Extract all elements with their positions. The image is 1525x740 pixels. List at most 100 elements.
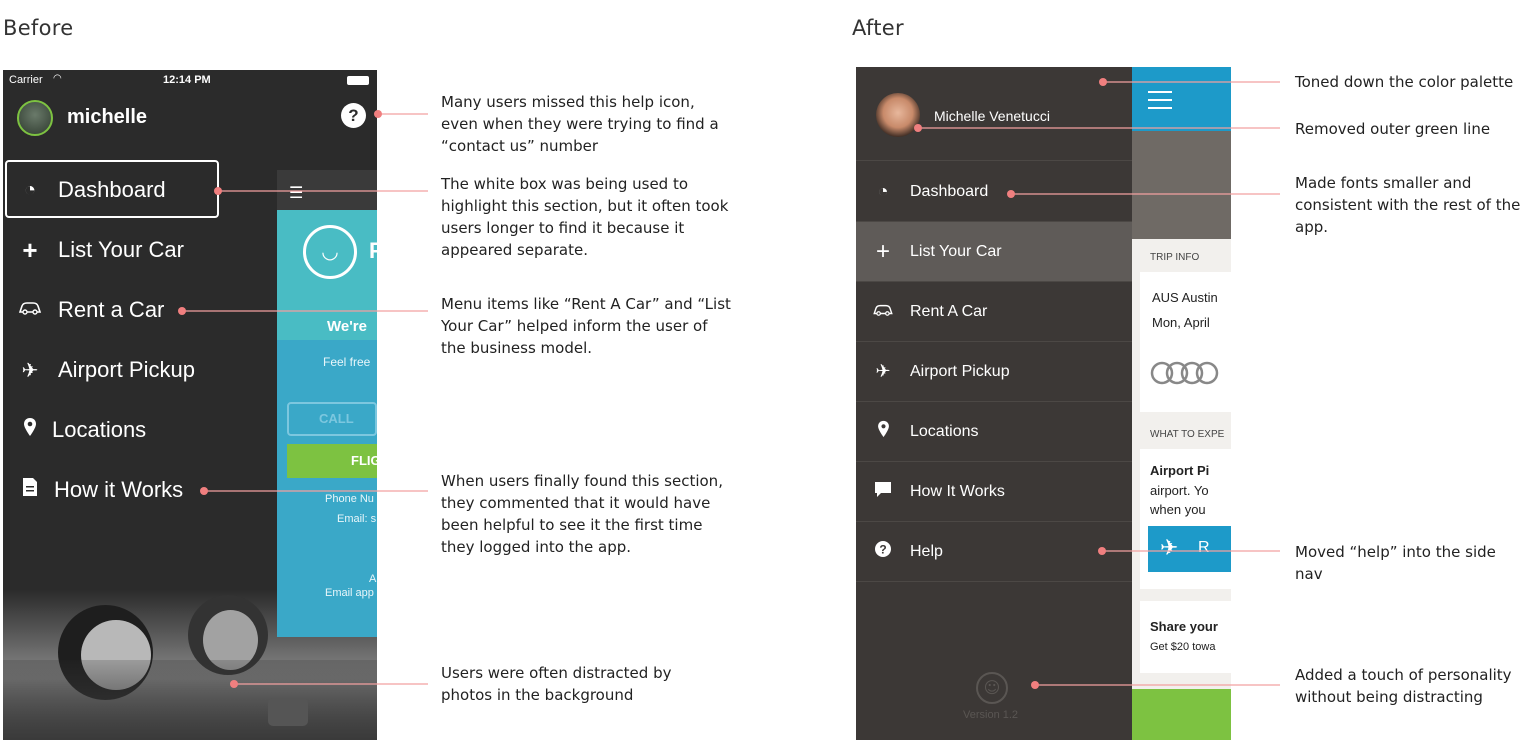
app-headline: We're	[327, 318, 367, 335]
sidebar-item-dashboard[interactable]: ◔ Dashboard	[856, 162, 1132, 222]
plane-icon: ✈	[875, 361, 891, 381]
help-icon[interactable]: ?	[341, 103, 366, 128]
status-time: 12:14 PM	[163, 74, 211, 86]
sidebar-item-label: Help	[910, 542, 943, 560]
annotation-white-box: The white box was being used to highlight…	[441, 175, 729, 259]
after-phone-screen: TRIP INFO AUS Austin Mon, April WHAT TO …	[856, 67, 1231, 740]
green-bottom-bar[interactable]	[1132, 689, 1231, 740]
car-icon	[870, 301, 896, 322]
annotation-menu-items: Menu items like “Rent A Car” and “List Yo…	[441, 295, 731, 357]
version-label: Version 1.2	[963, 709, 1019, 721]
app-line: A	[369, 573, 377, 585]
sidebar-item-rent-a-car[interactable]: Rent A Car	[856, 282, 1132, 342]
car-brand-logo-icon	[1150, 361, 1219, 385]
plus-icon: +	[22, 234, 38, 265]
before-phone-screen: Carrier ◠ 12:14 PM michelle ? ☰ ◡ F We'r…	[3, 70, 377, 740]
menu-item-label: How it Works	[54, 477, 184, 502]
sidebar-item-label: How It Works	[910, 482, 1005, 500]
plus-icon: +	[875, 237, 890, 265]
sidebar-item-label: Dashboard	[910, 182, 989, 200]
card-line: when you	[1150, 502, 1206, 517]
trip-location: AUS Austin	[1152, 290, 1218, 305]
sidebar-item-label: List Your Car	[910, 242, 1002, 260]
location-pin-icon	[870, 420, 896, 443]
annotation-help-icon: Many users missed this help icon, even wh…	[441, 93, 719, 155]
hamburger-icon[interactable]: ☰	[289, 183, 303, 202]
battery-icon	[347, 76, 369, 85]
annotation-photos: Users were often distracted by photos in …	[441, 664, 672, 704]
menu-item-dashboard[interactable]: ◔ Dashboard	[3, 162, 263, 218]
annotation-how-it-works: When users finally found this section, th…	[441, 472, 723, 556]
help-icon: ?	[870, 541, 896, 562]
carrier-label: Carrier	[9, 74, 43, 86]
app-content-preview[interactable]: ☰ ◡ F We're Feel free CALL FLIG Phone Nu…	[277, 170, 377, 637]
location-pin-icon	[16, 417, 44, 443]
plane-icon: ✈	[21, 359, 39, 382]
menu-item-label: Rent a Car	[58, 297, 165, 322]
avatar[interactable]	[876, 93, 920, 137]
after-heading: After	[852, 16, 904, 40]
annotation-palette: Toned down the color palette	[1295, 73, 1514, 91]
car-icon	[16, 299, 44, 322]
status-bar: Carrier ◠ 12:14 PM	[3, 70, 377, 90]
before-heading: Before	[3, 16, 74, 40]
button-label: R	[1198, 539, 1210, 556]
profile-header[interactable]: Michelle Venetucci	[856, 67, 1132, 161]
wifi-icon: ◠	[53, 73, 62, 84]
smiley-icon: ☺	[976, 672, 1008, 704]
card-title: Share your	[1150, 619, 1218, 634]
sidebar-item-locations[interactable]: Locations	[856, 402, 1132, 462]
svg-text:?: ?	[879, 543, 886, 557]
plane-icon: ✈	[1160, 536, 1179, 561]
card-line: airport. Yo	[1150, 483, 1209, 498]
flight-button[interactable]: FLIG	[287, 444, 377, 478]
chat-bubble-icon	[870, 481, 896, 503]
dashboard-icon: ◔	[23, 178, 37, 201]
request-button[interactable]: ✈ R	[1148, 526, 1231, 572]
email-text: Email: s	[337, 513, 377, 525]
sidebar-item-label: Airport Pickup	[910, 362, 1010, 380]
username: Michelle Venetucci	[934, 108, 1050, 124]
airport-pickup-card[interactable]: Airport Pi airport. Yo when you ✈ R	[1140, 449, 1231, 589]
app-content-preview[interactable]: TRIP INFO AUS Austin Mon, April WHAT TO …	[1132, 239, 1231, 740]
what-to-expect-heading: WHAT TO EXPE	[1150, 429, 1225, 440]
dashboard-icon: ◔	[877, 181, 889, 201]
menu-item-label: List Your Car	[58, 237, 184, 262]
annotation-fonts: Made fonts smaller and consistent with th…	[1295, 174, 1521, 236]
photo-logo-icon	[268, 698, 308, 726]
sidebar-item-airport-pickup[interactable]: ✈ Airport Pickup	[856, 342, 1132, 402]
sidebar-item-how-it-works[interactable]: How It Works	[856, 462, 1132, 522]
phone-number-text: Phone Nu	[325, 493, 374, 505]
share-card[interactable]: Share your Get $20 towa	[1140, 601, 1231, 673]
menu-item-locations[interactable]: Locations	[3, 402, 263, 458]
sidebar-item-label: Rent A Car	[910, 302, 988, 320]
trip-date: Mon, April	[1152, 315, 1210, 330]
annotation-help-nav: Moved “help” into the side nav	[1295, 543, 1496, 583]
trip-card[interactable]: AUS Austin Mon, April	[1140, 272, 1231, 412]
annotation-personality: Added a touch of personality without bein…	[1295, 666, 1512, 706]
menu-item-airport-pickup[interactable]: ✈ Airport Pickup	[3, 342, 263, 398]
menu-item-label: Airport Pickup	[58, 357, 195, 382]
sidebar-item-help[interactable]: ? Help	[856, 522, 1132, 582]
app-logo-letter: F	[369, 238, 377, 263]
car-logo-icon: ◡	[303, 225, 357, 279]
app-top-bar	[1132, 67, 1231, 131]
avatar[interactable]	[17, 100, 53, 136]
side-nav: Michelle Venetucci ◔ Dashboard + List Yo…	[856, 67, 1132, 740]
sidebar-item-list-your-car[interactable]: + List Your Car	[856, 222, 1132, 282]
card-line: Get $20 towa	[1150, 641, 1216, 653]
sidebar-item-label: Locations	[910, 422, 979, 440]
menu-item-label: Dashboard	[58, 177, 166, 202]
menu-item-rent-a-car[interactable]: Rent a Car	[3, 282, 263, 338]
call-button[interactable]: CALL	[287, 402, 377, 436]
annotation-green-line: Removed outer green line	[1295, 120, 1491, 138]
hamburger-icon[interactable]	[1148, 91, 1172, 115]
card-title: Airport Pi	[1150, 463, 1210, 478]
menu-item-list-your-car[interactable]: + List Your Car	[3, 222, 263, 278]
username: michelle	[67, 106, 148, 128]
menu-item-label: Locations	[52, 417, 147, 442]
document-icon	[16, 477, 44, 503]
app-header-image	[1132, 131, 1231, 239]
menu-item-how-it-works[interactable]: How it Works	[3, 462, 263, 518]
app-subtext: Feel free	[323, 355, 371, 369]
